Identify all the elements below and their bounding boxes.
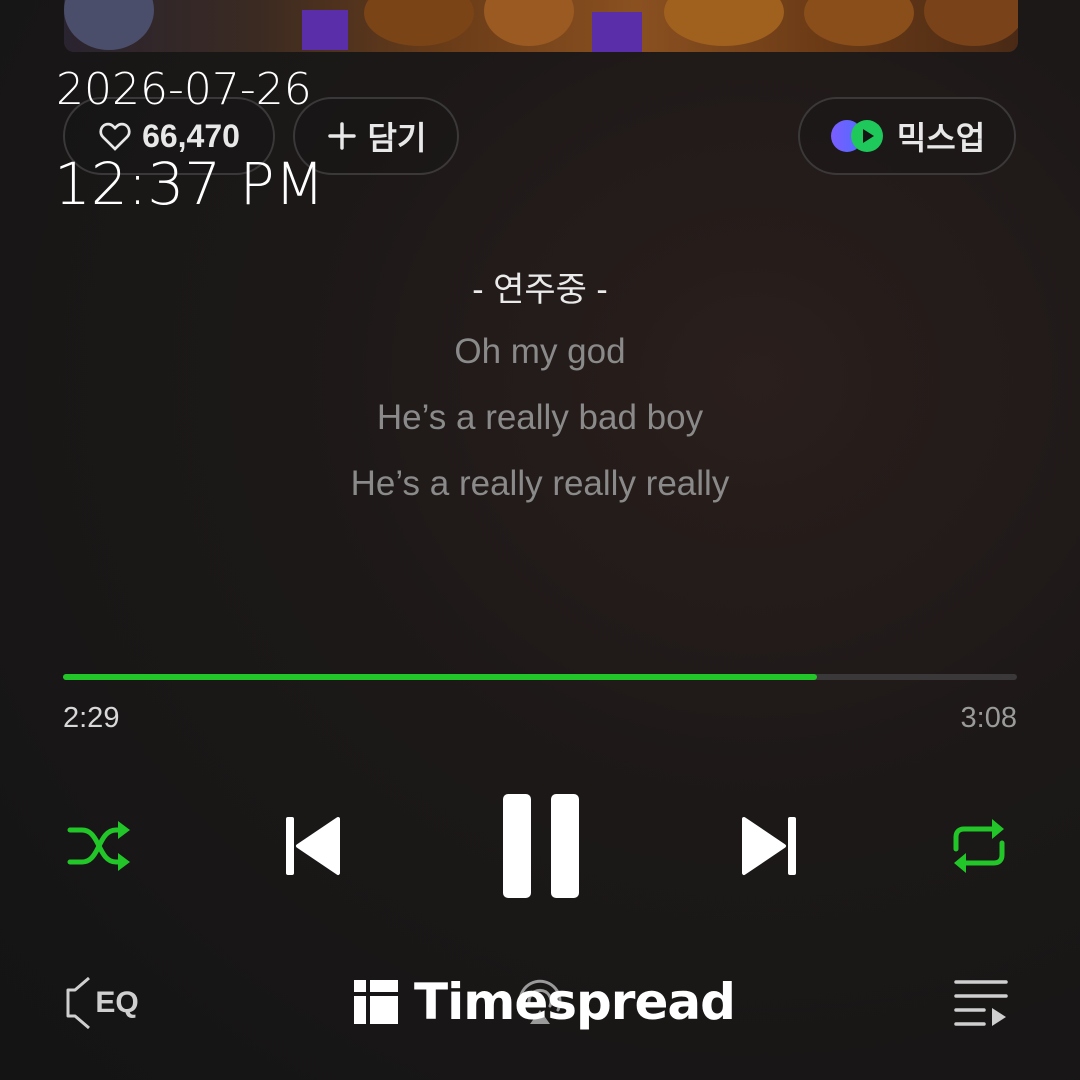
progress-fill: [63, 674, 817, 680]
progress-bar[interactable]: [63, 674, 1017, 680]
overlay-date: 2026-07-26: [56, 64, 312, 115]
mixup-button[interactable]: 믹스업: [798, 97, 1016, 175]
shuffle-icon: [67, 821, 130, 871]
overlay-time: 12:37 PM: [54, 150, 325, 218]
pause-icon: [503, 794, 579, 898]
skip-previous-icon: [286, 817, 340, 875]
playlist-button[interactable]: [950, 974, 1012, 1030]
repeat-icon: [953, 819, 1005, 873]
brand-name: Timespread: [414, 973, 736, 1031]
brand-watermark: Timespread: [354, 973, 736, 1031]
like-count: 66,470: [142, 117, 240, 154]
lyrics-status: - 연주중 -: [472, 271, 608, 309]
equalizer-button[interactable]: EQ: [62, 972, 142, 1034]
playlist-icon: [954, 980, 1008, 1026]
mixup-icon: [830, 120, 883, 152]
speaker-icon: [66, 976, 91, 1030]
repeat-button[interactable]: [946, 813, 1012, 879]
elapsed-time: 2:29: [63, 702, 120, 734]
plus-icon: [327, 122, 356, 150]
brand-logo-icon: [354, 980, 398, 1024]
pause-button[interactable]: [496, 790, 586, 902]
album-art[interactable]: [64, 0, 1018, 52]
lyric-line[interactable]: He’s a really really really: [0, 464, 1080, 504]
total-time: 3:08: [960, 702, 1017, 734]
shuffle-button[interactable]: [64, 815, 134, 877]
lyric-line[interactable]: Oh my god: [0, 332, 1080, 372]
next-button[interactable]: [738, 810, 802, 882]
heart-icon: [99, 122, 131, 151]
mixup-label: 믹스업: [896, 120, 986, 156]
add-label: 담기: [367, 120, 427, 156]
eq-label: EQ: [95, 986, 139, 1019]
previous-button[interactable]: [280, 810, 344, 882]
lyric-line[interactable]: He’s a really bad boy: [0, 398, 1080, 438]
skip-next-icon: [742, 817, 796, 875]
